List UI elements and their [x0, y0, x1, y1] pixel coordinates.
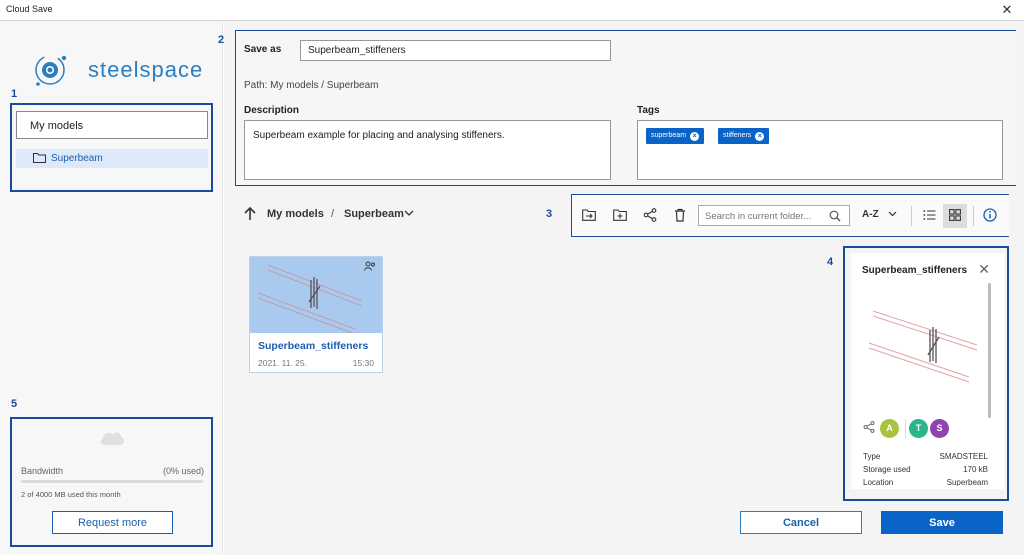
tree-item-label: Superbeam	[51, 153, 103, 164]
search-icon[interactable]	[829, 210, 841, 222]
search-box[interactable]	[698, 205, 850, 226]
callout-number: 4	[827, 256, 834, 268]
chevron-down-icon[interactable]	[404, 210, 414, 217]
avatar[interactable]: T	[909, 419, 928, 438]
search-input[interactable]	[705, 209, 825, 223]
avatar[interactable]: S	[930, 419, 949, 438]
steelspace-logo-icon	[35, 55, 67, 86]
tags-input[interactable]: superbeam × stiffeners ×	[637, 120, 1003, 180]
property-key: Storage used	[863, 465, 911, 474]
move-to-folder-icon[interactable]	[578, 204, 600, 226]
tag-label: superbeam	[651, 132, 687, 139]
property-value: Superbeam	[946, 478, 988, 486]
bandwidth-percent: (0% used)	[163, 466, 205, 476]
file-time: 15:30	[352, 358, 374, 368]
cloud-icon	[100, 432, 124, 445]
navigate-up-icon[interactable]	[243, 206, 257, 222]
tag-remove-icon[interactable]: ×	[690, 131, 700, 141]
tree-item-superbeam[interactable]: Superbeam	[16, 149, 208, 168]
tag-chip[interactable]: superbeam ×	[646, 128, 705, 144]
chevron-down-icon[interactable]	[888, 211, 897, 217]
brand-name: steelspace	[88, 57, 204, 82]
property-value: 170 kB	[963, 465, 988, 474]
model-preview	[868, 310, 978, 383]
file-name: Superbeam_stiffeners	[258, 340, 369, 352]
window-title: Cloud Save	[6, 4, 53, 14]
bandwidth-progress-bar	[21, 480, 203, 483]
property-key: Type	[863, 452, 881, 461]
avatar[interactable]: A	[880, 419, 899, 438]
model-thumbnail	[250, 257, 382, 333]
file-date: 2021. 11. 25.	[258, 358, 307, 368]
shared-users-icon	[364, 261, 375, 271]
callout-number: 5	[11, 398, 18, 410]
details-scrollbar[interactable]	[988, 283, 991, 418]
cancel-button[interactable]: Cancel	[740, 511, 862, 534]
description-label: Description	[244, 105, 300, 116]
sort-dropdown[interactable]: A-Z	[862, 209, 879, 220]
callout-number: 3	[546, 208, 553, 220]
details-title: Superbeam_stiffeners	[862, 265, 968, 276]
folder-icon	[33, 153, 46, 163]
file-card[interactable]: Superbeam_stiffeners 2021. 11. 25. 15:30	[249, 256, 383, 373]
avatar-divider	[905, 419, 906, 439]
breadcrumb-root[interactable]: My models	[267, 208, 324, 220]
tags-label: Tags	[637, 105, 660, 116]
toolbar-divider	[973, 206, 974, 226]
property-value: SMADSTEEL	[939, 452, 988, 461]
share-icon[interactable]	[863, 421, 875, 433]
bandwidth-label: Bandwidth	[21, 466, 64, 476]
save-as-label: Save as	[244, 44, 282, 55]
share-icon[interactable]	[639, 204, 661, 226]
toolbar-divider	[911, 206, 912, 226]
title-bar: Cloud Save ✕	[0, 0, 1024, 21]
delete-icon[interactable]	[669, 204, 691, 226]
breadcrumb-current[interactable]: Superbeam	[344, 208, 404, 220]
tree-root-my-models[interactable]: My models	[16, 111, 208, 139]
tag-remove-icon[interactable]: ×	[755, 131, 765, 141]
property-key: Location	[863, 478, 894, 486]
info-icon[interactable]	[979, 204, 1001, 226]
tree-root-label: My models	[30, 120, 84, 132]
request-more-button[interactable]: Request more	[52, 511, 173, 534]
close-details-icon[interactable]: ✕	[978, 261, 990, 278]
breadcrumb-separator: /	[331, 208, 335, 220]
list-view-icon[interactable]	[918, 204, 940, 226]
path-text: Path: My models / Superbeam	[244, 80, 379, 91]
save-button[interactable]: Save	[881, 511, 1003, 534]
bandwidth-usage-text: 2 of 4000 MB used this month	[21, 490, 121, 499]
details-panel: Superbeam_stiffeners ✕ A T S Type SMADST…	[851, 253, 1004, 489]
callout-number: 1	[11, 88, 18, 100]
tag-chip[interactable]: stiffeners ×	[718, 128, 770, 144]
new-folder-icon[interactable]	[609, 204, 631, 226]
tag-label: stiffeners	[723, 132, 752, 139]
grid-view-icon[interactable]	[944, 204, 966, 226]
description-textarea[interactable]: Superbeam example for placing and analys…	[244, 120, 611, 180]
save-as-input[interactable]	[300, 40, 611, 61]
window-close-icon[interactable]: ✕	[998, 1, 1016, 19]
steelspace-logo: steelspace	[30, 48, 210, 90]
callout-number: 2	[218, 34, 225, 46]
